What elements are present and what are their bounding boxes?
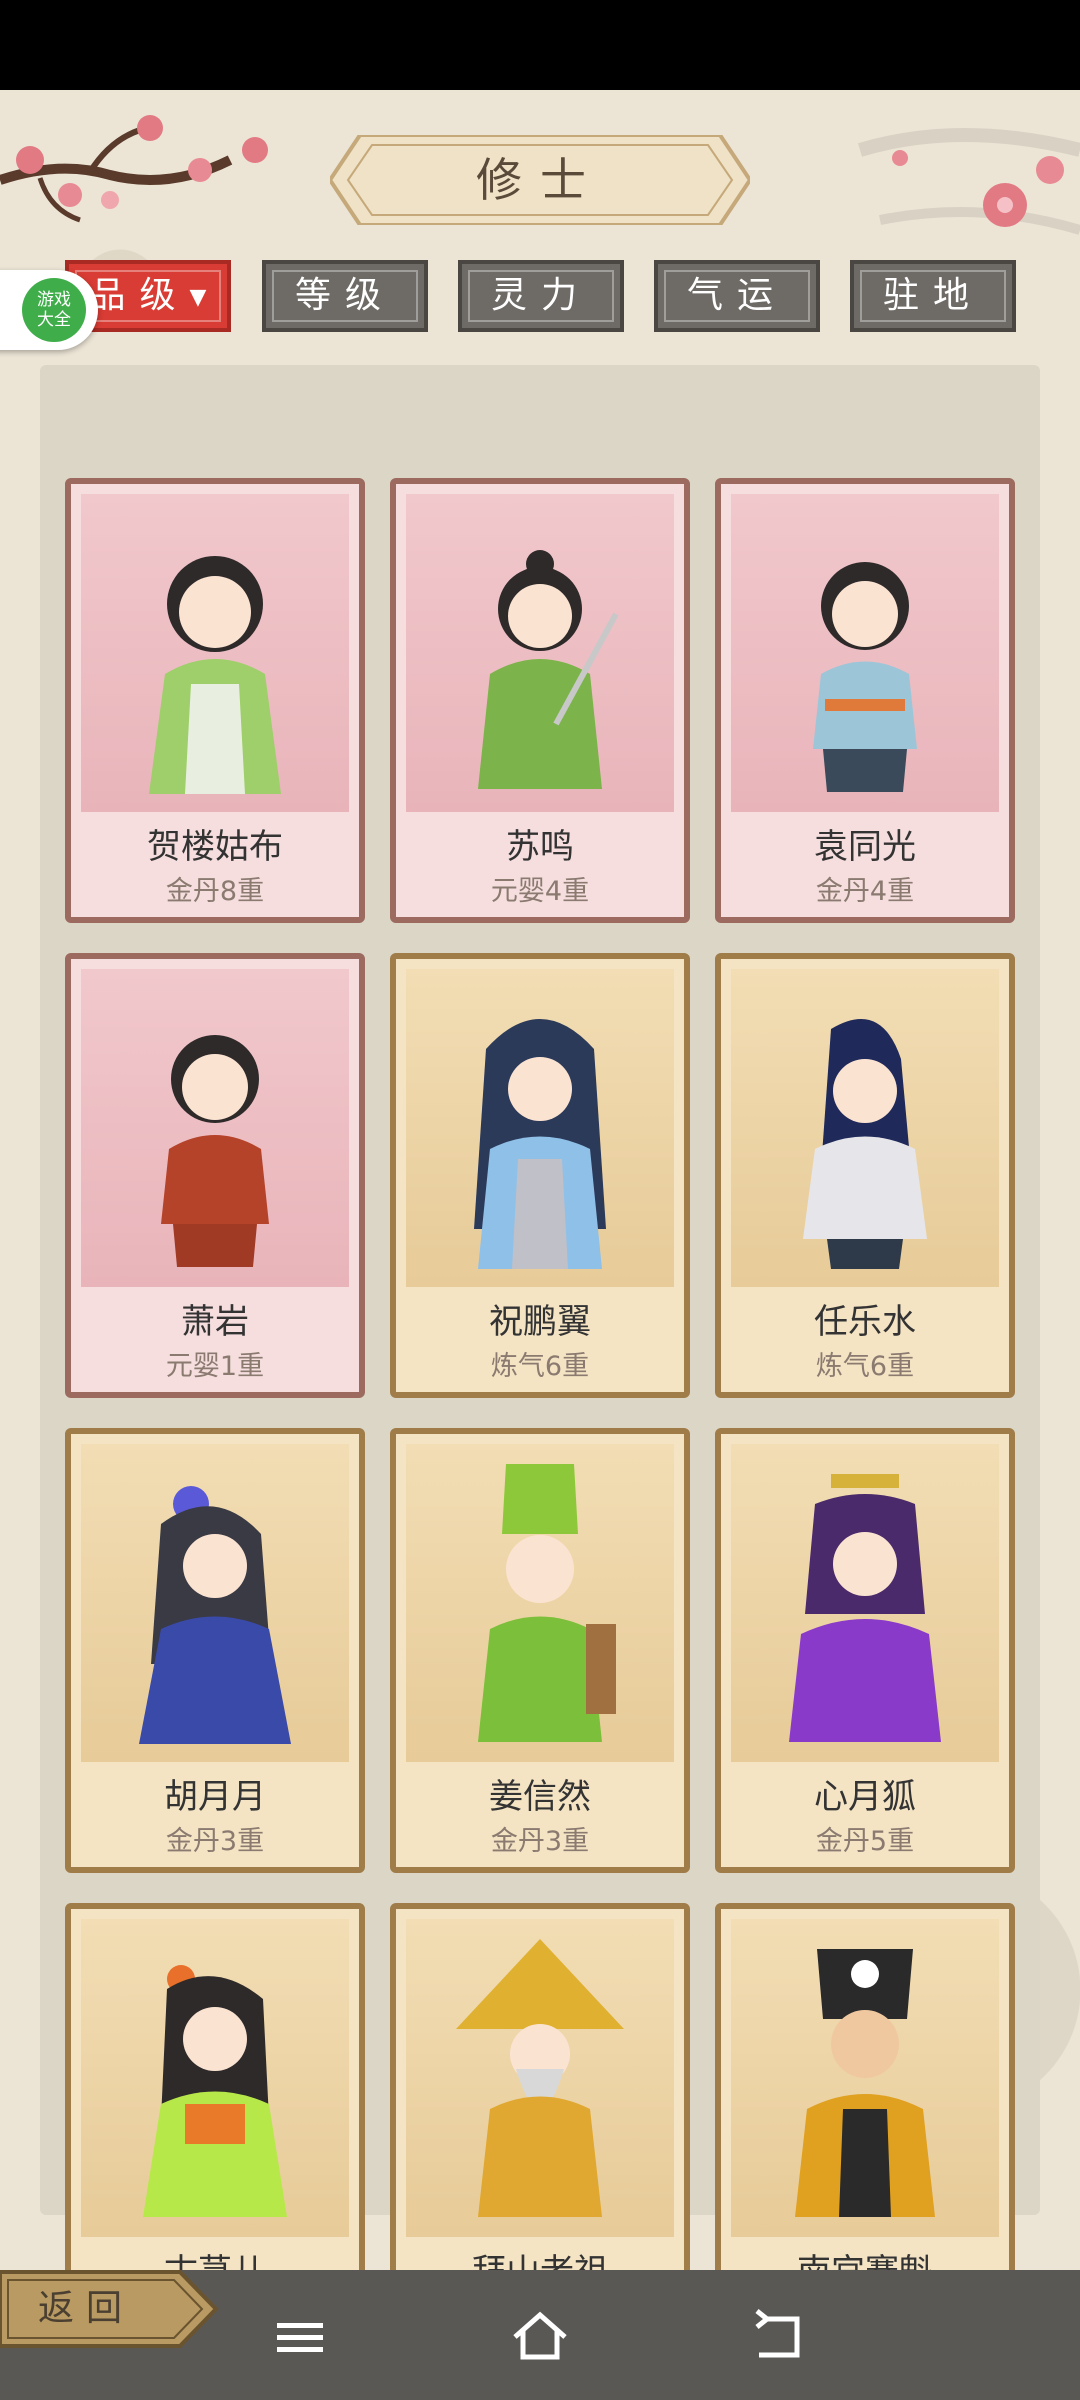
cultivator-grid: 贺楼姑布 金丹8重 苏鸣 元婴4重 袁同光 金丹4重 萧岩 元婴1重 祝鹏翼 炼… (40, 365, 1040, 2270)
cultivator-card[interactable]: 拜山老祖 (390, 1903, 690, 2270)
plum-blossom-decoration (857, 128, 1080, 235)
cultivator-portrait-image (81, 1444, 349, 1762)
cultivator-portrait-image (406, 494, 674, 812)
cultivator-level: 金丹4重 (815, 876, 915, 907)
cultivator-name: 心月狐 (814, 1777, 916, 1817)
tab-level[interactable]: 等级 (262, 260, 428, 332)
cultivator-card[interactable]: 任乐水 炼气6重 (715, 953, 1015, 1398)
home-icon[interactable] (505, 2305, 575, 2365)
cultivator-level: 炼气6重 (815, 1351, 915, 1382)
cultivator-card[interactable]: 心月狐 金丹5重 (715, 1428, 1015, 1873)
cultivator-name: 萧岩 (181, 1302, 249, 1342)
cultivator-card[interactable]: 古荨儿 (65, 1903, 365, 2270)
cultivator-name: 贺楼姑布 (147, 827, 283, 867)
cultivator-portrait-image (406, 969, 674, 1287)
cultivator-card[interactable]: 姜信然 金丹3重 (390, 1428, 690, 1873)
game-center-icon: 游戏 大全 (22, 278, 86, 342)
tab-spirit-power[interactable]: 灵力 (458, 260, 624, 332)
sort-down-icon: ▼ (189, 285, 207, 310)
cultivator-level: 金丹8重 (165, 876, 265, 907)
cultivator-level: 元婴4重 (490, 876, 590, 907)
cultivator-name: 拜山老祖 (396, 2244, 684, 2270)
cultivator-level: 金丹3重 (165, 1826, 265, 1857)
menu-icon[interactable] (265, 2305, 335, 2365)
cultivator-level: 炼气6重 (490, 1351, 590, 1382)
cultivator-card[interactable]: 胡月月 金丹3重 (65, 1428, 365, 1873)
cultivator-name: 姜信然 (489, 1777, 591, 1817)
game-center-label-1: 游戏 (37, 290, 71, 310)
cultivator-name: 南宫骞魁 (721, 2244, 1009, 2270)
page-title-plaque: 修士 (330, 135, 750, 225)
game-center-floating-button[interactable]: 游戏 大全 (0, 270, 98, 350)
status-bar (0, 0, 1080, 90)
cultivator-portrait-image (731, 1444, 999, 1762)
back-arrow-icon[interactable] (745, 2305, 815, 2365)
cultivator-card[interactable]: 祝鹏翼 炼气6重 (390, 953, 690, 1398)
cultivator-portrait-image (81, 969, 349, 1287)
back-button-label: 返回 (38, 2288, 135, 2329)
back-button[interactable]: 返回 (0, 2268, 220, 2350)
cultivator-card[interactable]: 袁同光 金丹4重 (715, 478, 1015, 923)
tab-station[interactable]: 驻地 (850, 260, 1016, 332)
cultivator-card[interactable]: 萧岩 元婴1重 (65, 953, 365, 1398)
cultivator-name: 任乐水 (814, 1302, 916, 1342)
cultivator-portrait-image (406, 1444, 674, 1762)
cultivator-portrait-image (731, 1919, 999, 2237)
cultivator-card[interactable]: 贺楼姑布 金丹8重 (65, 478, 365, 923)
cultivator-portrait-image (81, 1919, 349, 2237)
cultivator-portrait-image (731, 969, 999, 1287)
tab-fortune[interactable]: 气运 (654, 260, 820, 332)
plum-branch-decoration (0, 115, 268, 223)
cultivator-name: 袁同光 (814, 827, 916, 867)
cultivator-name: 古荨儿 (71, 2244, 359, 2270)
cultivator-name: 苏鸣 (506, 827, 574, 867)
cultivator-card[interactable]: 南宫骞魁 (715, 1903, 1015, 2270)
cultivator-card[interactable]: 苏鸣 元婴4重 (390, 478, 690, 923)
cultivator-portrait-image (731, 494, 999, 812)
tab-label: 品级 (89, 275, 190, 316)
page-title: 修士 (476, 153, 604, 207)
cultivator-level: 金丹3重 (490, 1826, 590, 1857)
cultivator-level: 元婴1重 (165, 1351, 265, 1382)
cultivator-name: 祝鹏翼 (489, 1302, 591, 1342)
cultivator-portrait-image (406, 1919, 674, 2237)
game-screen: 修士 品级▼ 等级 灵力 气运 驻地 游戏 大全 贺楼姑布 金丹8重 苏鸣 元婴… (0, 90, 1080, 2270)
cultivator-portrait-image (81, 494, 349, 812)
cultivator-level: 金丹5重 (815, 1826, 915, 1857)
cultivator-name: 胡月月 (164, 1777, 266, 1817)
filter-tabs: 品级▼ 等级 灵力 气运 驻地 (0, 260, 1080, 340)
game-center-label-2: 大全 (37, 310, 71, 330)
